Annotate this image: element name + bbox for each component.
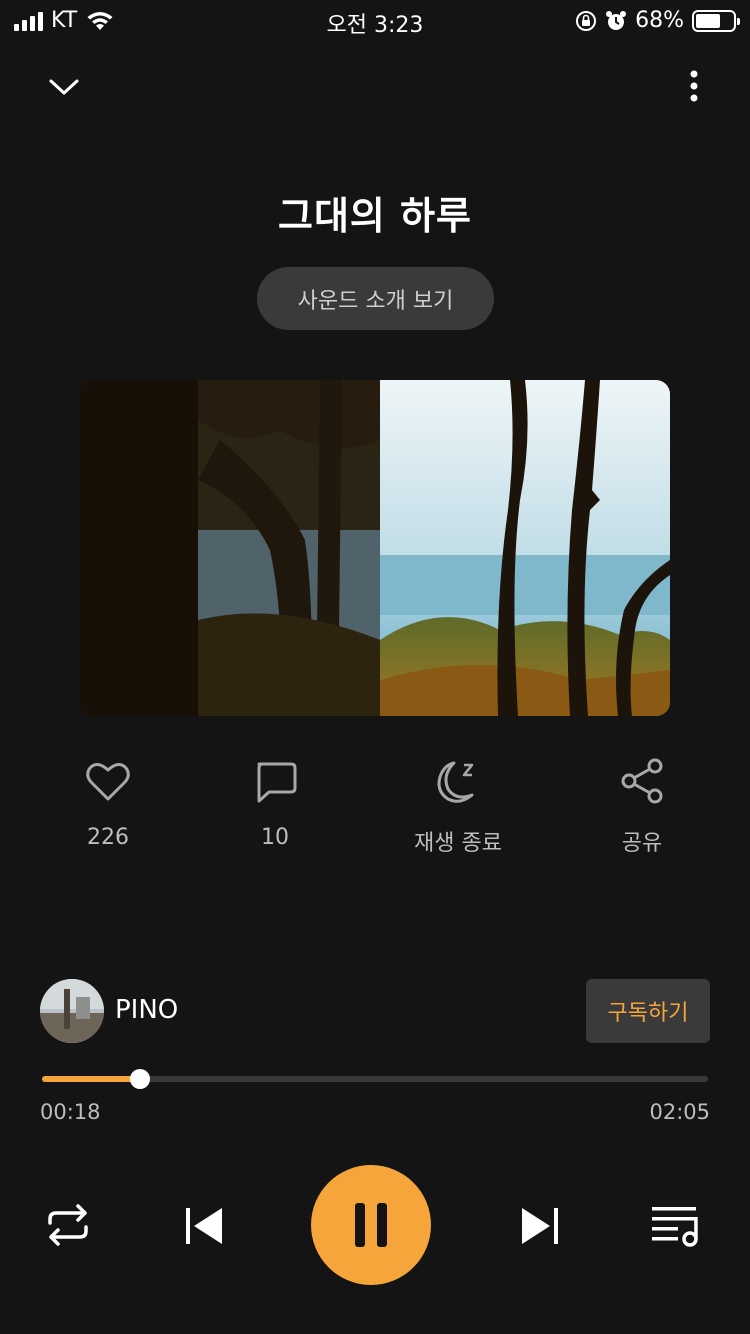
cover-art xyxy=(80,380,670,716)
avatar-image xyxy=(40,979,104,1043)
sound-intro-button[interactable]: 사운드 소개 보기 xyxy=(257,267,494,330)
avatar[interactable] xyxy=(40,979,104,1043)
total-time: 02:05 xyxy=(649,1100,710,1124)
sleep-timer-button[interactable]: 재생 종료 xyxy=(388,755,528,857)
status-bar-right: 68% xyxy=(575,8,740,33)
share-icon xyxy=(621,758,663,804)
battery-percent: 68% xyxy=(635,8,684,33)
repeat-button[interactable] xyxy=(44,1201,92,1253)
rotation-lock-icon xyxy=(576,10,597,31)
skip-next-icon xyxy=(522,1208,558,1244)
progress-fill xyxy=(42,1076,140,1082)
progress-bar[interactable] xyxy=(42,1068,708,1090)
previous-button[interactable] xyxy=(180,1203,228,1253)
cover-image xyxy=(80,380,670,716)
more-options-button[interactable] xyxy=(682,66,706,106)
share-button[interactable]: 공유 xyxy=(572,755,712,857)
progress-thumb[interactable] xyxy=(129,1069,150,1089)
like-count: 226 xyxy=(87,825,129,850)
status-bar: KT 오전 3:23 68% xyxy=(0,0,750,40)
repeat-icon xyxy=(48,1204,88,1246)
moon-sleep-icon xyxy=(437,761,474,803)
playlist-icon xyxy=(652,1207,698,1247)
comment-count: 10 xyxy=(261,825,289,850)
chevron-down-icon xyxy=(49,79,79,95)
sound-title: 그대의 하루 xyxy=(277,194,473,238)
share-label: 공유 xyxy=(621,831,663,856)
sleep-timer-label: 재생 종료 xyxy=(414,831,502,856)
playback-controls xyxy=(0,1165,750,1287)
like-button[interactable]: 226 xyxy=(38,755,178,850)
alarm-icon xyxy=(606,10,627,30)
subscribe-button[interactable]: 구독하기 xyxy=(586,979,710,1043)
more-vertical-icon xyxy=(690,70,698,102)
collapse-button[interactable] xyxy=(42,66,86,106)
battery-icon xyxy=(692,9,740,32)
creator-name[interactable]: PINO xyxy=(115,995,178,1025)
top-nav xyxy=(0,60,750,110)
battery-level xyxy=(696,13,721,28)
creator-row: PINO 구독하기 xyxy=(40,979,710,1043)
pause-button[interactable] xyxy=(311,1165,431,1285)
heart-icon xyxy=(86,763,130,801)
current-time: 00:18 xyxy=(40,1100,101,1124)
action-row: 226 10 재생 종료 공유 xyxy=(0,755,750,865)
pause-icon xyxy=(355,1203,387,1247)
comment-icon xyxy=(257,762,297,803)
comment-button[interactable]: 10 xyxy=(205,755,345,850)
skip-previous-icon xyxy=(186,1208,222,1244)
playlist-button[interactable] xyxy=(650,1203,704,1253)
next-button[interactable] xyxy=(516,1203,564,1253)
